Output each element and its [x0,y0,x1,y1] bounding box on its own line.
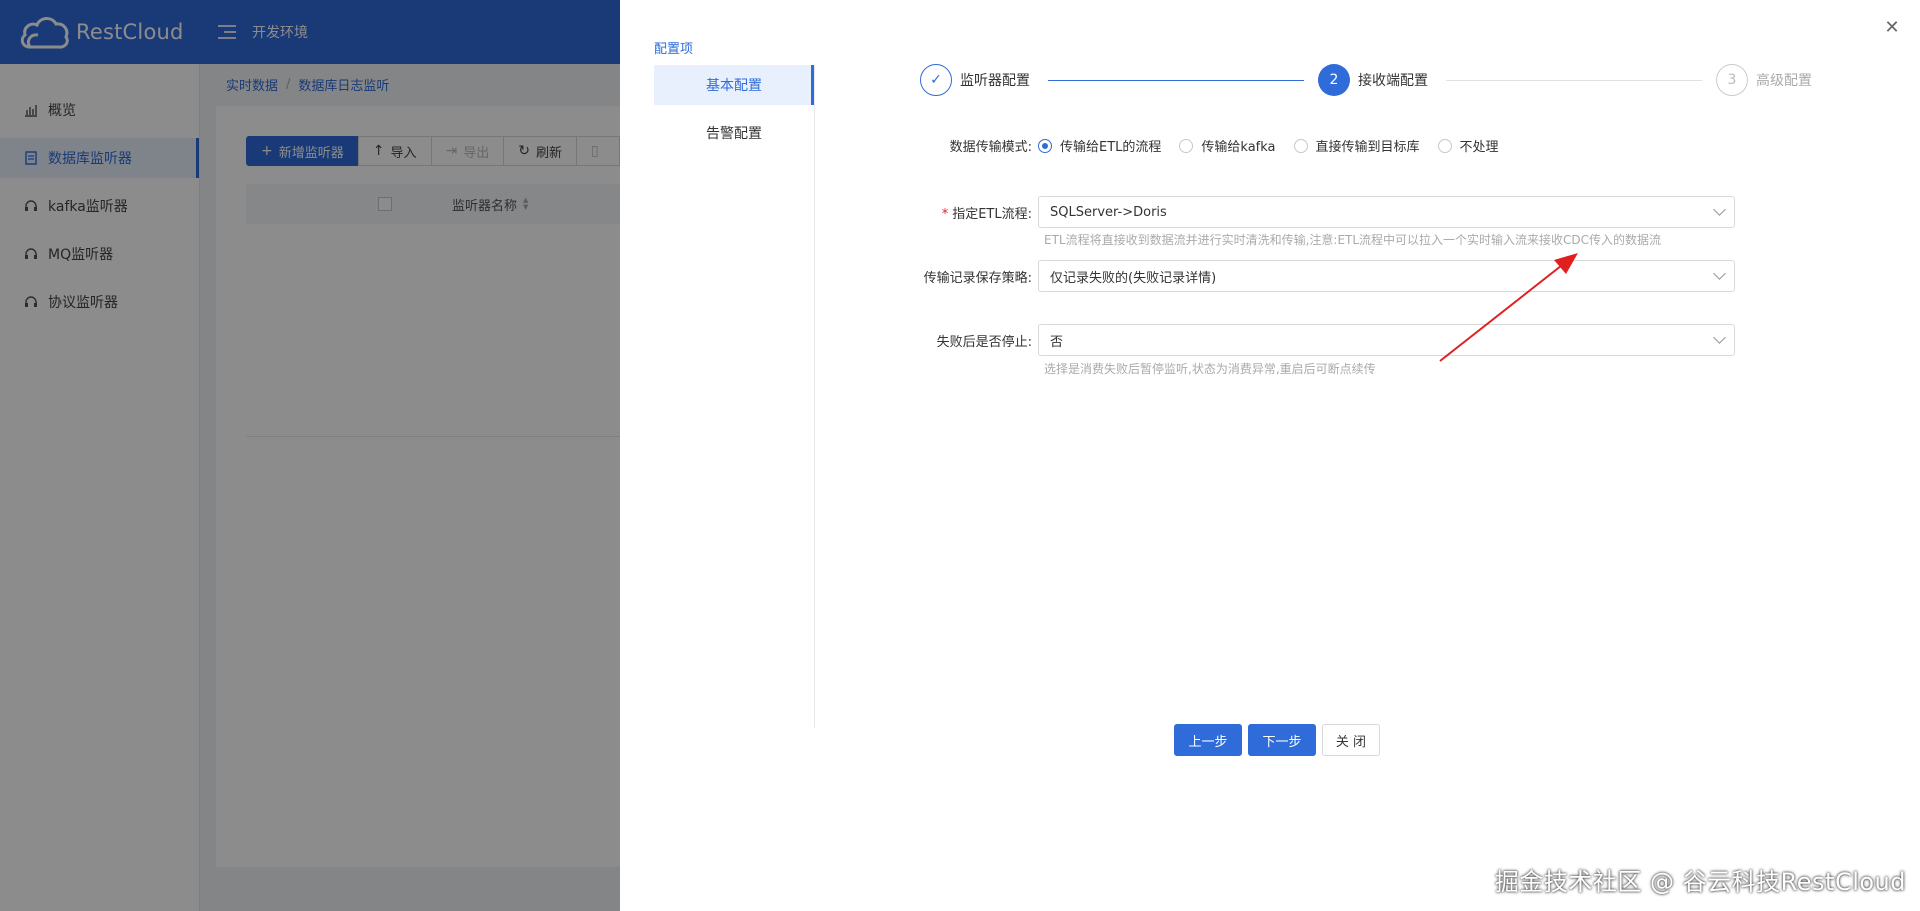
radio-etl-flow[interactable]: 传输给ETL的流程 [1038,136,1161,155]
step-label: 接收端配置 [1358,73,1428,89]
step-listener-config[interactable]: ✓ 监听器配置 [920,64,1030,96]
drawer-divider [814,64,815,728]
form-row-transfer-mode: 数据传输模式: 传输给ETL的流程 传输给kafka 直接传输到目标库 不处理 [820,136,1517,155]
close-icon[interactable]: ✕ [1882,18,1902,38]
step-receiver-config[interactable]: 2 接收端配置 [1318,64,1428,96]
radio-kafka[interactable]: 传输给kafka [1179,136,1276,155]
prev-step-button[interactable]: 上一步 [1174,724,1242,756]
chevron-down-icon [1713,331,1726,344]
step-advanced-config[interactable]: 3 高级配置 [1716,64,1812,96]
stop-on-failure-help: 选择是消费失败后暂停监听,状态为消费异常,重启后可断点续传 [1044,362,1376,376]
chevron-down-icon [1713,267,1726,280]
etl-flow-help: ETL流程将直接收到数据流并进行实时清洗和传输,注意:ETL流程中可以拉入一个实… [1044,233,1662,247]
step-number: 2 [1318,64,1350,96]
radio-target-db[interactable]: 直接传输到目标库 [1293,136,1420,155]
radio-unchecked [1293,138,1308,153]
radio-unchecked [1437,138,1452,153]
radio-label: 直接传输到目标库 [1315,140,1420,155]
next-step-button[interactable]: 下一步 [1248,724,1316,756]
config-nav: 配置项 基本配置 告警配置 [654,38,834,161]
transfer-mode-radio-group: 传输给ETL的流程 传输给kafka 直接传输到目标库 不处理 [1038,136,1517,155]
form-row-etl-flow: * 指定ETL流程: SQLServer->Doris [820,196,1735,228]
annotation-arrow-icon [1439,253,1578,362]
form-row-record-policy: 传输记录保存策略: 仅记录失败的(失败记录详情) [820,260,1735,292]
etl-flow-label-text: 指定ETL流程: [952,206,1032,222]
record-policy-value: 仅记录失败的(失败记录详情) [1050,270,1217,286]
stop-on-failure-select[interactable]: 否 [1038,324,1735,356]
etl-flow-select[interactable]: SQLServer->Doris [1038,196,1735,228]
step-connector [1048,80,1304,81]
form-row-stop-on-failure: 失败后是否停止: 否 [820,324,1735,356]
watermark: 掘金技术社区 @ 谷云科技RestCloud [1494,868,1906,896]
step-indicator: ✓ 监听器配置 2 接收端配置 3 高级配置 [920,64,1828,96]
step-label: 监听器配置 [960,73,1030,89]
step-number: 3 [1716,64,1748,96]
etl-flow-value: SQLServer->Doris [1050,204,1167,220]
record-policy-label: 传输记录保存策略: [923,270,1032,286]
radio-label: 传输给ETL的流程 [1060,140,1162,155]
check-icon: ✓ [920,64,952,96]
radio-unchecked [1179,138,1194,153]
stop-on-failure-label: 失败后是否停止: [936,334,1032,350]
drawer-footer: 上一步 下一步 关 闭 [1174,724,1386,756]
stop-on-failure-value: 否 [1050,334,1064,350]
close-button[interactable]: 关 闭 [1322,724,1380,756]
radio-no-process[interactable]: 不处理 [1437,136,1499,155]
etl-flow-label: * 指定ETL流程: [820,203,1038,222]
config-drawer: ✕ 配置项 基本配置 告警配置 ✓ 监听器配置 2 接收端配置 3 高级配置 数… [620,0,1920,911]
required-mark: * [941,206,949,222]
radio-label: 传输给kafka [1201,140,1276,155]
radio-checked [1038,138,1052,153]
app-root: RestCloud 开发环境 概览 数据库监听器 kafka监听器 MQ监听器 … [0,0,1920,911]
record-policy-select[interactable]: 仅记录失败的(失败记录详情) [1038,260,1735,292]
chevron-down-icon [1713,203,1726,216]
transfer-mode-label: 数据传输模式: [949,140,1032,155]
step-label: 高级配置 [1756,73,1812,89]
step-connector [1446,80,1702,81]
config-nav-basic[interactable]: 基本配置 [654,65,814,105]
radio-label: 不处理 [1459,140,1499,155]
config-nav-alert[interactable]: 告警配置 [654,113,814,153]
config-nav-title: 配置项 [654,42,694,57]
